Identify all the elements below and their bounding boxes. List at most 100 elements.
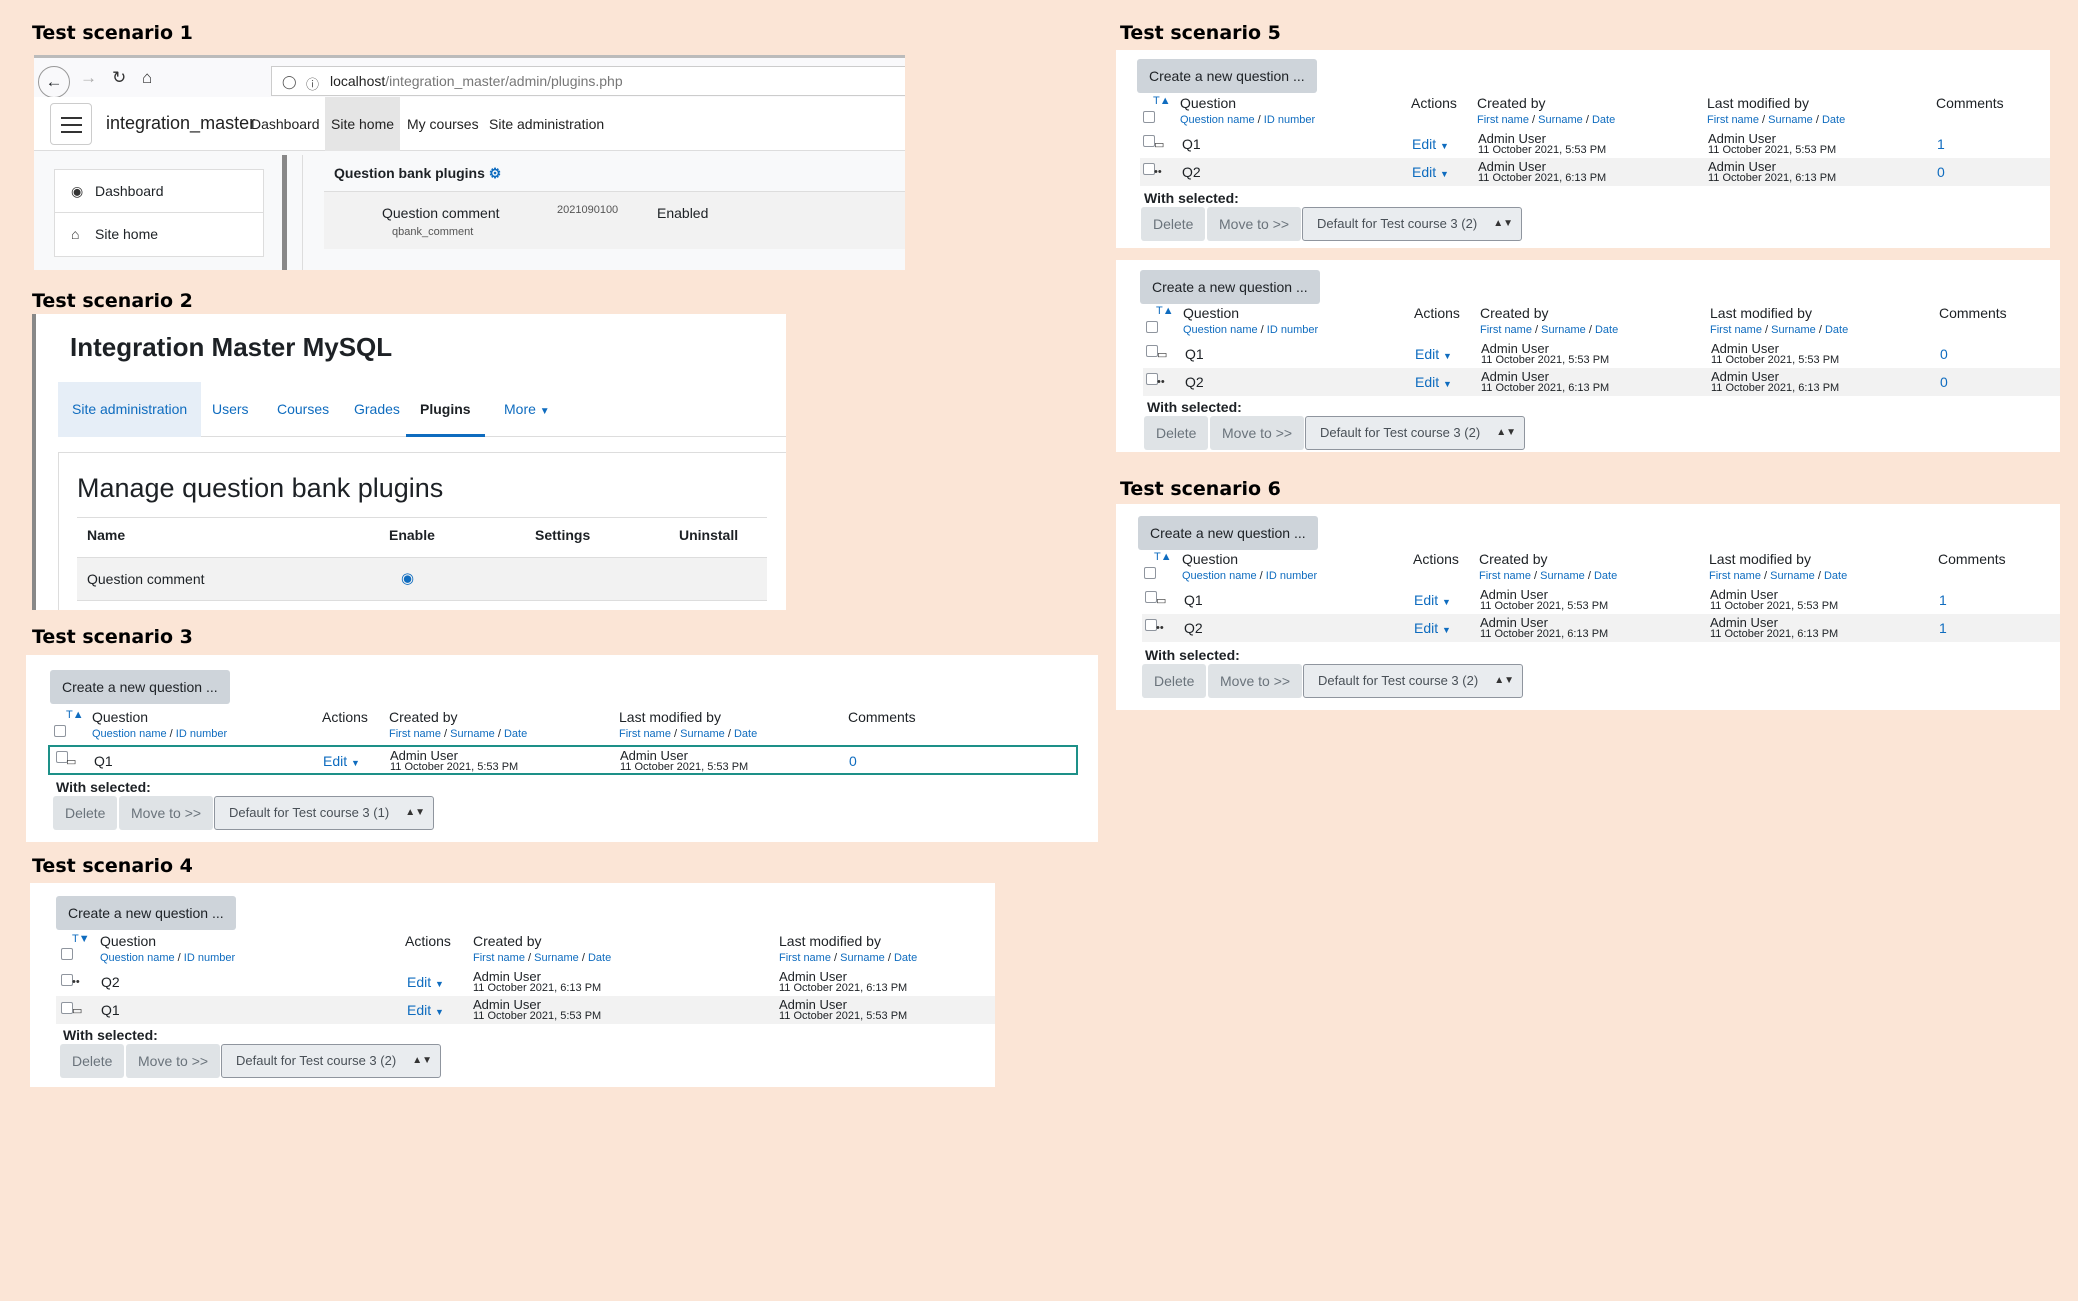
edit-menu[interactable]: Edit ▼ — [323, 753, 360, 769]
tab-site-administration[interactable]: Site administration — [58, 382, 202, 437]
move-to-button[interactable]: Move to >> — [119, 796, 214, 830]
delete-button[interactable]: Delete — [53, 796, 118, 830]
drawer-item-dashboard[interactable]: ◉ Dashboard — [54, 169, 264, 213]
moodle-navbar: integration_master Dashboard Site home M… — [34, 97, 905, 151]
category-select[interactable]: Default for Test course 3 (2) ▲▼ — [1305, 416, 1525, 450]
drawer-scrollbar[interactable] — [282, 155, 287, 270]
select-all-checkbox[interactable] — [61, 948, 73, 960]
col-created-by[interactable]: Created by — [473, 933, 541, 949]
tab-plugins[interactable]: Plugins — [406, 382, 485, 437]
table-row[interactable]: ▭ Q1 Edit ▼ Admin User 11 October 2021, … — [1142, 586, 2060, 614]
delete-button[interactable]: Delete — [1144, 416, 1209, 450]
site-name[interactable]: integration_master — [106, 113, 255, 134]
col-question[interactable]: Question — [100, 933, 156, 949]
eye-icon[interactable]: ◉ — [401, 569, 414, 587]
forward-icon[interactable]: → — [80, 68, 97, 88]
edit-menu[interactable]: Edit ▼ — [407, 974, 444, 990]
tab-courses[interactable]: Courses — [263, 382, 343, 437]
category-select[interactable]: Default for Test course 3 (2) ▲▼ — [1302, 207, 1522, 241]
back-icon[interactable]: ← — [38, 66, 70, 98]
move-to-button[interactable]: Move to >> — [126, 1044, 221, 1078]
nav-site-home[interactable]: Site home — [325, 97, 401, 151]
comment-count[interactable]: 0 — [1940, 346, 1948, 362]
delete-button[interactable]: Delete — [60, 1044, 125, 1078]
comment-count[interactable]: 0 — [1937, 164, 1945, 180]
modified-date: 11 October 2021, 6:13 PM — [1711, 382, 1840, 394]
table-row[interactable]: ▭ Q1 Edit ▼ Admin User 11 October 2021, … — [48, 745, 1078, 775]
category-select[interactable]: Default for Test course 3 (2) ▲▼ — [221, 1044, 441, 1078]
create-question-button[interactable]: Create a new question ... — [50, 670, 230, 704]
sort-type-icon[interactable]: T▼ — [72, 933, 90, 945]
select-all-checkbox[interactable] — [1143, 111, 1155, 123]
comment-count[interactable]: 0 — [1940, 374, 1948, 390]
nav-site-administration[interactable]: Site administration — [483, 97, 610, 151]
table-row[interactable]: ▭ Q1 Edit ▼ Admin User 11 October 2021, … — [1140, 130, 2050, 158]
tab-more[interactable]: More ▼ — [490, 382, 564, 437]
sort-type-icon[interactable]: T▲ — [1154, 551, 1172, 563]
move-to-button[interactable]: Move to >> — [1210, 416, 1305, 450]
edit-menu[interactable]: Edit ▼ — [1412, 136, 1449, 152]
col-created-by[interactable]: Created by — [1477, 95, 1545, 111]
select-all-checkbox[interactable] — [1146, 321, 1158, 333]
col-last-modified-by[interactable]: Last modified by — [1710, 305, 1812, 321]
comment-count[interactable]: 1 — [1939, 620, 1947, 636]
drawer-item-site-home[interactable]: ⌂ Site home — [54, 213, 264, 257]
select-all-checkbox[interactable] — [1144, 567, 1156, 579]
col-created-by[interactable]: Created by — [1479, 551, 1547, 567]
col-name: Name — [87, 527, 126, 543]
move-to-button[interactable]: Move to >> — [1208, 664, 1303, 698]
col-question[interactable]: Question — [1183, 305, 1239, 321]
edit-menu[interactable]: Edit ▼ — [1415, 346, 1452, 362]
category-select[interactable]: Default for Test course 3 (2) ▲▼ — [1303, 664, 1523, 698]
gear-icon[interactable]: ⚙ — [489, 165, 502, 181]
edit-menu[interactable]: Edit ▼ — [1414, 620, 1451, 636]
hamburger-menu-icon[interactable] — [50, 103, 92, 145]
col-question[interactable]: Question — [1182, 551, 1238, 567]
comment-count[interactable]: 1 — [1937, 136, 1945, 152]
nav-my-courses[interactable]: My courses — [401, 97, 485, 151]
col-last-modified-by[interactable]: Last modified by — [779, 933, 881, 949]
table-row[interactable]: •• Q2 Edit ▼ Admin User 11 October 2021,… — [1140, 158, 2050, 186]
tab-users[interactable]: Users — [198, 382, 263, 437]
reload-icon[interactable]: ↻ — [112, 68, 126, 88]
delete-button[interactable]: Delete — [1141, 207, 1206, 241]
col-comments[interactable]: Comments — [1936, 95, 2004, 111]
col-question[interactable]: Question — [92, 709, 148, 725]
site-title: Integration Master MySQL — [70, 332, 393, 362]
col-last-modified-by[interactable]: Last modified by — [1709, 551, 1811, 567]
col-last-modified-by[interactable]: Last modified by — [619, 709, 721, 725]
move-to-button[interactable]: Move to >> — [1207, 207, 1302, 241]
table-row[interactable]: ▭ Q1 Edit ▼ Admin User 11 October 2021, … — [56, 996, 995, 1024]
col-created-by[interactable]: Created by — [389, 709, 457, 725]
col-comments[interactable]: Comments — [1938, 551, 2006, 567]
col-created-by[interactable]: Created by — [1480, 305, 1548, 321]
sort-type-icon[interactable]: T▲ — [66, 709, 84, 721]
category-select[interactable]: Default for Test course 3 (1) ▲▼ — [214, 796, 434, 830]
table-row[interactable]: •• Q2 Edit ▼ Admin User 11 October 2021,… — [1142, 614, 2060, 642]
select-all-checkbox[interactable] — [54, 725, 66, 737]
col-question[interactable]: Question — [1180, 95, 1236, 111]
table-row[interactable]: ▭ Q1 Edit ▼ Admin User 11 October 2021, … — [1143, 340, 2060, 368]
comment-count[interactable]: 0 — [849, 753, 857, 769]
create-question-button[interactable]: Create a new question ... — [56, 896, 236, 930]
comment-count[interactable]: 1 — [1939, 592, 1947, 608]
delete-button[interactable]: Delete — [1142, 664, 1207, 698]
edit-menu[interactable]: Edit ▼ — [1414, 592, 1451, 608]
table-row[interactable]: •• Q2 Edit ▼ Admin User 11 October 2021,… — [56, 968, 995, 996]
col-comments[interactable]: Comments — [848, 709, 916, 725]
sort-type-icon[interactable]: T▲ — [1156, 305, 1174, 317]
edit-menu[interactable]: Edit ▼ — [407, 1002, 444, 1018]
edit-menu[interactable]: Edit ▼ — [1412, 164, 1449, 180]
home-icon[interactable]: ⌂ — [142, 68, 152, 88]
create-question-button[interactable]: Create a new question ... — [1138, 516, 1318, 550]
edit-menu[interactable]: Edit ▼ — [1415, 374, 1452, 390]
create-question-button[interactable]: Create a new question ... — [1140, 270, 1320, 304]
url-bar[interactable]: ◯ ⓘ localhost/integration_master/admin/p… — [271, 66, 905, 96]
sort-type-icon[interactable]: T▲ — [1153, 95, 1171, 107]
create-question-button[interactable]: Create a new question ... — [1137, 59, 1317, 93]
tab-grades[interactable]: Grades — [340, 382, 414, 437]
table-row[interactable]: •• Q2 Edit ▼ Admin User 11 October 2021,… — [1143, 368, 2060, 396]
col-comments[interactable]: Comments — [1939, 305, 2007, 321]
col-last-modified-by[interactable]: Last modified by — [1707, 95, 1809, 111]
nav-dashboard[interactable]: Dashboard — [245, 97, 326, 151]
